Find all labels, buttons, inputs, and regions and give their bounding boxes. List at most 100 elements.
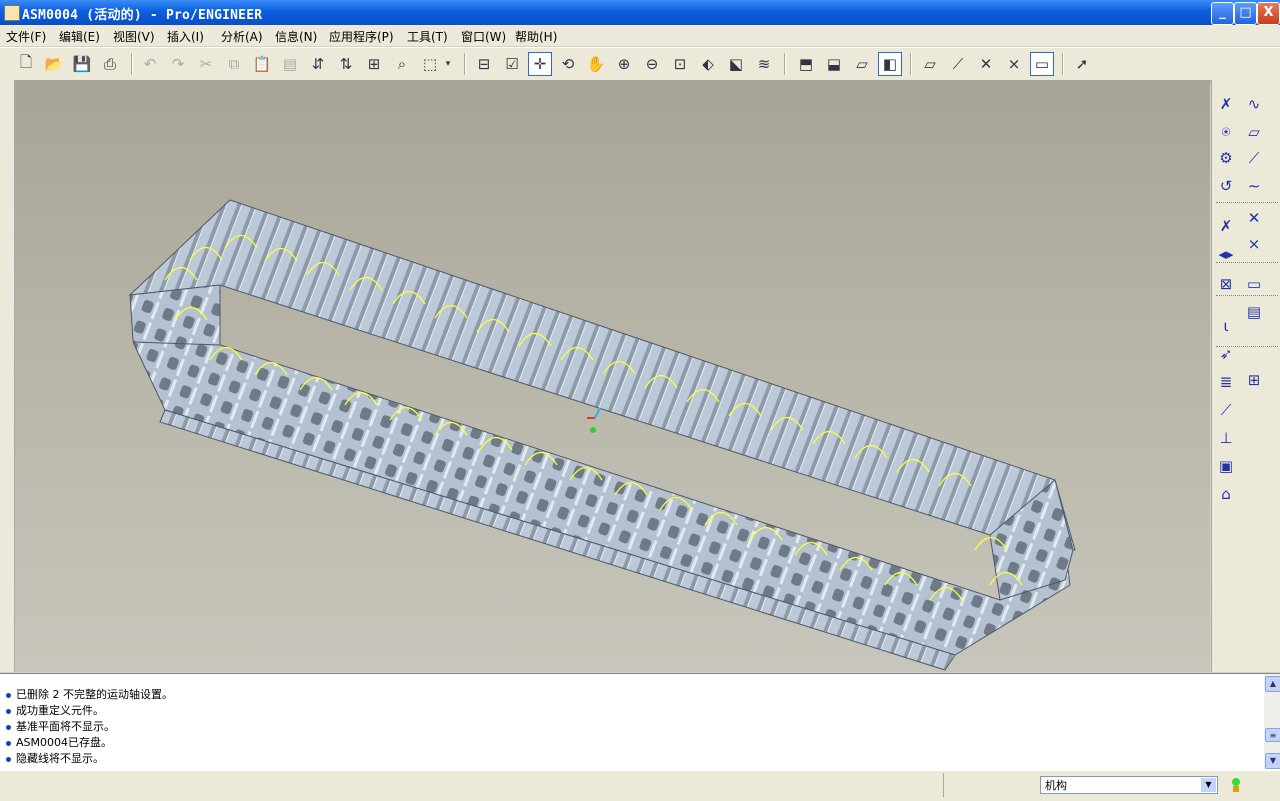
playback-icon[interactable]: ▤ [1242,300,1266,324]
snapshot-icon[interactable]: ⌂ [1214,482,1238,506]
cut-icon[interactable]: ✂ [194,52,218,76]
message-line: 基准平面将不显示。 [6,718,115,734]
menu-view[interactable]: 视图(V) [113,28,155,45]
print-icon[interactable]: ⎙ [98,52,122,76]
layers-icon[interactable]: ☑ [500,52,524,76]
menu-info[interactable]: 信息(N) [275,28,317,45]
menu-insert[interactable]: 插入(I) [167,28,204,45]
menu-tools[interactable]: 工具(T) [407,28,448,45]
sketch-curve-icon[interactable]: ∼ [1242,174,1266,198]
gear-pair-icon[interactable]: ⚙ [1214,146,1238,170]
orient-icon[interactable]: ⟲ [556,52,580,76]
close-button[interactable]: X [1257,2,1280,25]
find-icon[interactable]: ⌕ [390,52,414,76]
right-mechanism-toolbar: ✗ ∿ ⍟ ▱ ⚙ ⟋ ↺ ∼ ✗ ✕ ◂▸ ⨯ ⊠ ▭ ▤ ⍳ ➶ ≣ ⊞ ⟋… [1211,80,1280,672]
paste-icon[interactable]: 📋 [250,52,274,76]
regen-manager-icon[interactable]: ⇅ [334,52,358,76]
message-scrollbar[interactable]: ▲ ≡ ▼ [1264,674,1280,769]
message-area: 已删除 2 不完整的运动轴设置。 成功重定义元件。 基准平面将不显示。 ASM0… [0,673,1280,770]
message-line: 已删除 2 不完整的运动轴设置。 [6,686,173,702]
datum-axis-icon[interactable]: ⟋ [1242,146,1266,170]
toolbar-separator [910,53,912,75]
datum-points-icon[interactable]: ✕ [974,52,998,76]
measure-icon[interactable]: ▭ [1242,272,1266,296]
maximize-button[interactable]: □ [1234,2,1257,25]
saved-views-icon[interactable]: ≋ [752,52,776,76]
refit-icon[interactable]: ⊡ [668,52,692,76]
undo-icon[interactable]: ↶ [138,52,162,76]
select-box-icon[interactable]: ⬚ [418,52,442,76]
no-hidden-icon[interactable]: ▱ [850,52,874,76]
servo-motor-icon[interactable]: ⍟ [1214,120,1238,144]
status-bar: 机构 ▼ [0,770,1280,801]
regeneration-status-icon[interactable] [1230,776,1242,794]
shading-icon[interactable]: ◧ [878,52,902,76]
redo-icon[interactable]: ↷ [166,52,190,76]
toolbar-separator [1216,295,1278,297]
mechanism-analysis-icon[interactable]: ⊠ [1214,272,1238,296]
joint-axis-icon[interactable]: ⊥ [1214,426,1238,450]
window-title: ASM0004 (活动的) - Pro/ENGINEER [22,8,263,23]
toolbar-separator [1062,53,1064,75]
main-toolbar: 🗋 📂 💾 ⎙ ↶ ↷ ✂ ⧉ 📋 ▤ ⇵ ⇅ ⊞ ⌕ ⬚ ▾ ⊟ ☑ ✛ ⟲ … [0,47,1280,81]
datum-point-icon[interactable]: ✕ [1242,206,1266,230]
pan-icon[interactable]: ✋ [584,52,608,76]
search-tool-icon[interactable]: ⊞ [362,52,386,76]
table-icon[interactable]: ⟋ [1214,398,1238,422]
zoom-out-icon[interactable]: ⊖ [640,52,664,76]
selection-filter-dropdown[interactable]: 机构 ▼ [1040,776,1218,794]
scroll-down-icon[interactable]: ▼ [1265,753,1280,769]
menu-file[interactable]: 文件(F) [6,28,46,45]
datum-planes-icon[interactable]: ▱ [918,52,942,76]
analysis-curve-icon[interactable]: ∿ [1242,92,1266,116]
bullet-icon [6,724,11,730]
scroll-thumb[interactable]: ≡ [1265,728,1280,742]
left-splitter[interactable] [0,80,15,672]
toolbar-separator [464,53,466,75]
new-icon[interactable]: 🗋 [14,52,38,76]
coord-sys-icon[interactable]: ⨯ [1242,232,1266,256]
spring-icon[interactable]: ✗ [1214,214,1238,238]
damper-icon[interactable]: ⊞ [1242,368,1266,392]
sensor-icon[interactable]: ≣ [1214,370,1238,394]
model-tree-icon[interactable]: ⊟ [472,52,496,76]
scroll-up-icon[interactable]: ▲ [1265,676,1280,692]
reorient-icon[interactable]: ⬖ [696,52,720,76]
measure-results-icon[interactable]: ⍳ [1214,314,1238,338]
zoom-in-icon[interactable]: ⊕ [612,52,636,76]
toolbar-separator [131,53,133,75]
menu-applications[interactable]: 应用程序(P) [329,28,394,45]
menu-analysis[interactable]: 分析(A) [221,28,263,45]
dropdown-icon[interactable]: ▾ [442,52,454,76]
app-icon[interactable] [4,5,20,21]
graphics-window[interactable] [15,80,1210,672]
minimize-button[interactable]: _ [1211,2,1234,25]
mechanism-connect-icon[interactable]: ✗ [1214,92,1238,116]
cam-icon[interactable]: ↺ [1214,174,1238,198]
save-icon[interactable]: 💾 [70,52,94,76]
paste-special-icon[interactable]: ▤ [278,52,302,76]
menu-edit[interactable]: 编辑(E) [59,28,100,45]
menu-window[interactable]: 窗口(W) [461,28,506,45]
datum-axes-icon[interactable]: ⟋ [946,52,970,76]
chevron-down-icon[interactable]: ▼ [1201,778,1216,792]
context-help-icon[interactable]: ➚ [1070,52,1094,76]
coordinate-triad [587,407,601,433]
toolbar-separator [784,53,786,75]
copy-icon[interactable]: ⧉ [222,52,246,76]
model-track-drawing [128,199,1076,671]
regenerate-icon[interactable]: ⇵ [306,52,330,76]
datum-plane-icon[interactable]: ▱ [1242,120,1266,144]
menu-bar: 文件(F) 编辑(E) 视图(V) 插入(I) 分析(A) 信息(N) 应用程序… [0,25,1280,46]
hidden-line-icon[interactable]: ⬓ [822,52,846,76]
wireframe-icon[interactable]: ⬒ [794,52,818,76]
menu-help[interactable]: 帮助(H) [515,28,557,45]
annotations-icon[interactable]: ▭ [1030,52,1054,76]
spin-center-icon[interactable]: ✛ [528,52,552,76]
coord-systems-icon[interactable]: ⨯ [1002,52,1026,76]
view-manager-icon[interactable]: ⬕ [724,52,748,76]
open-icon[interactable]: 📂 [42,52,66,76]
message-line: 成功重定义元件。 [6,702,104,718]
title-bar: ASM0004 (活动的) - Pro/ENGINEER _ □ X [0,0,1280,25]
drag-icon[interactable]: ▣ [1214,454,1238,478]
